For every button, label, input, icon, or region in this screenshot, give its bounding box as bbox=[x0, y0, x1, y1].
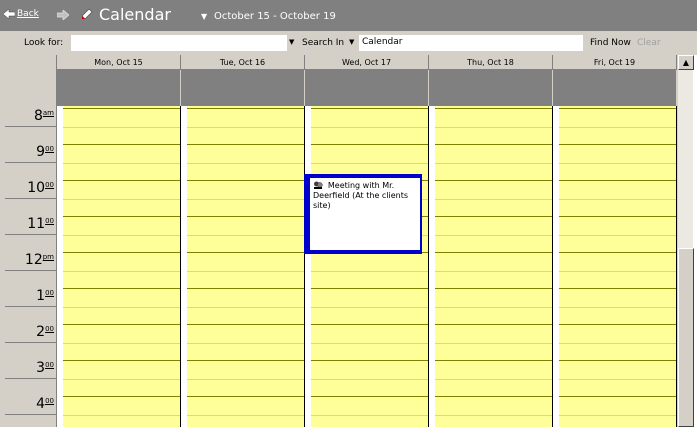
day-column-thu[interactable] bbox=[429, 106, 553, 427]
hour-divider bbox=[5, 378, 57, 379]
hour-label: 1000 bbox=[27, 180, 54, 196]
folder-title: Calendar bbox=[99, 5, 171, 24]
search-in-dropdown-arrow-icon[interactable]: ▼ bbox=[349, 38, 354, 46]
look-for-dropdown-arrow-icon[interactable]: ▼ bbox=[289, 38, 294, 46]
meeting-icon bbox=[314, 181, 323, 189]
vertical-scrollbar[interactable]: ▲ bbox=[677, 55, 694, 427]
day-column-mon[interactable] bbox=[57, 106, 181, 427]
find-bar: Look for: ▼ Search In ▼ Calendar Find No… bbox=[0, 31, 697, 55]
day-column-tue[interactable] bbox=[181, 106, 305, 427]
calendar-titlebar: Back Calendar ▼ October 15 - October 19 bbox=[0, 0, 697, 31]
hour-label: 12pm bbox=[24, 252, 54, 268]
day-header[interactable]: Mon, Oct 15 bbox=[57, 55, 181, 70]
title-dropdown-arrow-icon[interactable]: ▼ bbox=[201, 12, 207, 21]
scroll-up-arrow-icon[interactable]: ▲ bbox=[678, 55, 694, 70]
calendar-icon bbox=[81, 8, 93, 20]
hour-divider bbox=[5, 270, 57, 271]
day-column-wed[interactable] bbox=[305, 106, 429, 427]
search-in-button[interactable]: Search In bbox=[302, 38, 344, 48]
clear-button[interactable]: Clear bbox=[637, 38, 661, 48]
hour-divider bbox=[5, 306, 57, 307]
day-header[interactable]: Tue, Oct 16 bbox=[181, 55, 305, 70]
hour-divider bbox=[5, 414, 57, 415]
hour-divider bbox=[5, 162, 57, 163]
day-header[interactable]: Fri, Oct 19 bbox=[553, 55, 677, 70]
day-header[interactable]: Thu, Oct 18 bbox=[429, 55, 553, 70]
all-day-slot[interactable] bbox=[429, 70, 553, 106]
appointment[interactable]: Meeting with Mr. Deerfield (At the clien… bbox=[304, 174, 422, 254]
hour-label: 8am bbox=[33, 108, 54, 124]
time-column: 8am 900 1000 1100 12pm 100 200 300 400 bbox=[0, 55, 57, 427]
look-for-input[interactable] bbox=[71, 35, 287, 51]
scroll-thumb[interactable] bbox=[678, 248, 694, 427]
back-label: Back bbox=[17, 9, 39, 19]
hour-label: 200 bbox=[36, 324, 54, 340]
appointment-text: Meeting with Mr. Deerfield (At the clien… bbox=[313, 181, 409, 210]
find-now-button[interactable]: Find Now bbox=[590, 38, 631, 48]
hour-divider bbox=[5, 342, 57, 343]
look-for-label: Look for: bbox=[24, 38, 64, 48]
all-day-slot[interactable] bbox=[57, 70, 181, 106]
hour-label: 900 bbox=[36, 144, 54, 160]
forward-arrow-icon[interactable] bbox=[57, 10, 69, 20]
hour-divider bbox=[5, 234, 57, 235]
back-button[interactable]: Back bbox=[3, 9, 39, 19]
all-day-slot[interactable] bbox=[553, 70, 677, 106]
all-day-slot[interactable] bbox=[305, 70, 429, 106]
hour-label: 400 bbox=[36, 396, 54, 412]
date-range: October 15 - October 19 bbox=[214, 11, 336, 22]
hour-label: 300 bbox=[36, 360, 54, 376]
hour-divider bbox=[5, 126, 57, 127]
day-header[interactable]: Wed, Oct 17 bbox=[305, 55, 429, 70]
day-column-fri[interactable] bbox=[553, 106, 677, 427]
hour-label: 100 bbox=[36, 288, 54, 304]
hour-divider bbox=[5, 198, 57, 199]
all-day-slot[interactable] bbox=[181, 70, 305, 106]
back-arrow-icon bbox=[3, 9, 15, 19]
hour-label: 1100 bbox=[27, 216, 54, 232]
search-in-field[interactable]: Calendar bbox=[359, 35, 583, 51]
